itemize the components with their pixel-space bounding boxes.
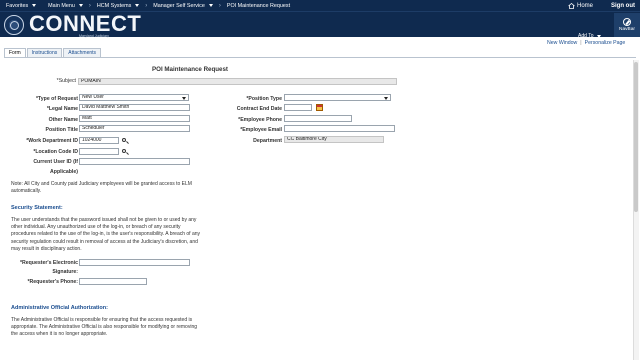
contract-end-date-input[interactable] [284,104,312,111]
current-user-id-label: Current User ID (If [33,159,78,165]
tab-form[interactable]: Form [4,48,26,57]
employee-phone-label: *Employee Phone [238,117,282,123]
chevron-down-icon [135,4,140,7]
requester-phone-input[interactable] [79,278,147,285]
chevron-down-icon [597,34,602,38]
subject-field: POMAIN [78,78,397,85]
chevron-down-icon [32,4,37,7]
logo-subtitle: Maryland Judiciary [79,34,109,38]
page-title: POI Maintenance Request [152,66,228,73]
work-department-label: *Work Department ID [26,138,78,144]
tab-divider [4,57,636,58]
location-code-label: *Location Code ID [33,149,78,155]
contract-end-date-label: Contract End Date [236,106,282,112]
top-nav: Favorites Main Menu › HCM Systems › Mana… [0,0,640,11]
other-name-label: Other Name [48,117,78,123]
tab-instructions[interactable]: Instructions [26,48,63,57]
elm-note: Note: All City and County paid Judiciary… [11,181,192,195]
admin-authorization-text: The Administrative Official is responsib… [11,317,198,338]
breadcrumb-manager-self-service[interactable]: Manager Self Service [147,0,219,11]
banner: CONNECT Maryland Judiciary Add To [0,11,640,39]
subject-label: *Subject [56,78,76,84]
breadcrumb-label: Manager Self Service [153,2,205,9]
tab-attachments[interactable]: Attachments [63,48,102,57]
home-link[interactable]: Home [568,1,593,11]
security-statement-heading: Security Statement: [11,205,63,211]
position-type-select[interactable] [284,94,391,101]
navbar-label: NavBar [619,27,635,32]
home-icon [568,3,575,9]
scrollbar-thumb[interactable] [634,62,638,212]
breadcrumb-current-page: POI Maintenance Request [221,0,296,11]
favorites-label: Favorites [6,2,29,9]
chevron-down-icon [208,4,213,7]
legal-name-label: *Legal Name [46,106,78,112]
main-menu-label: Main Menu [48,2,75,9]
type-of-request-label: *Type of Request [36,96,78,102]
employee-email-label: *Employee Email [240,127,282,133]
current-user-id-input[interactable] [79,158,190,165]
position-title-label: Position Title [45,127,78,133]
employee-phone-input[interactable] [284,115,352,122]
compass-icon [623,18,631,26]
add-to-label: Add To [578,33,594,39]
work-department-input[interactable]: 1024000 [79,137,119,144]
sign-out-label: Sign out [611,3,635,9]
connect-logo: CONNECT [29,11,142,36]
new-window-link[interactable]: New Window [547,40,577,46]
requester-phone-label: *Requester's Phone: [27,279,78,285]
current-user-id-label-2: Applicable) [50,169,78,175]
main-menu[interactable]: Main Menu [42,0,89,11]
department-label: Department [253,138,282,144]
page-links: New Window | Personalize Page [547,40,625,46]
sign-out-link[interactable]: Sign out [611,1,635,11]
breadcrumb-hcm-systems[interactable]: HCM Systems [91,0,145,11]
position-type-label: *Position Type [246,96,282,102]
add-to-menu[interactable]: Add To [578,33,602,39]
chevron-down-icon [78,4,83,7]
security-statement-text: The user understands that the password i… [11,217,201,252]
page-tabs: Form Instructions Attachments [4,48,102,57]
judiciary-seal-icon [4,15,24,35]
search-icon[interactable] [122,149,129,156]
home-label: Home [577,3,594,9]
type-of-request-select[interactable]: New User [79,94,189,101]
breadcrumb-label: HCM Systems [96,2,132,9]
favorites-menu[interactable]: Favorites [0,0,42,11]
requester-signature-input[interactable] [79,259,190,266]
admin-authorization-heading: Administrative Official Authorization: [11,305,108,311]
search-icon[interactable] [122,138,129,145]
department-field: CC Baltimore City [284,136,384,143]
employee-email-input[interactable] [284,125,395,132]
personalize-page-link[interactable]: Personalize Page [585,40,626,46]
link-separator: | [580,40,582,46]
navbar-button[interactable]: NavBar [614,13,640,37]
requester-signature-label: *Requester's Electronic [19,260,78,266]
requester-signature-label-2: Signature: [52,269,78,275]
calendar-icon[interactable] [316,104,323,111]
location-code-input[interactable] [79,148,119,155]
other-name-input[interactable]: Matt [79,115,190,122]
breadcrumb-label: POI Maintenance Request [226,2,291,9]
position-title-input[interactable]: Scheduler [79,125,190,132]
legal-name-input[interactable]: David Matthew Smith [79,104,190,111]
